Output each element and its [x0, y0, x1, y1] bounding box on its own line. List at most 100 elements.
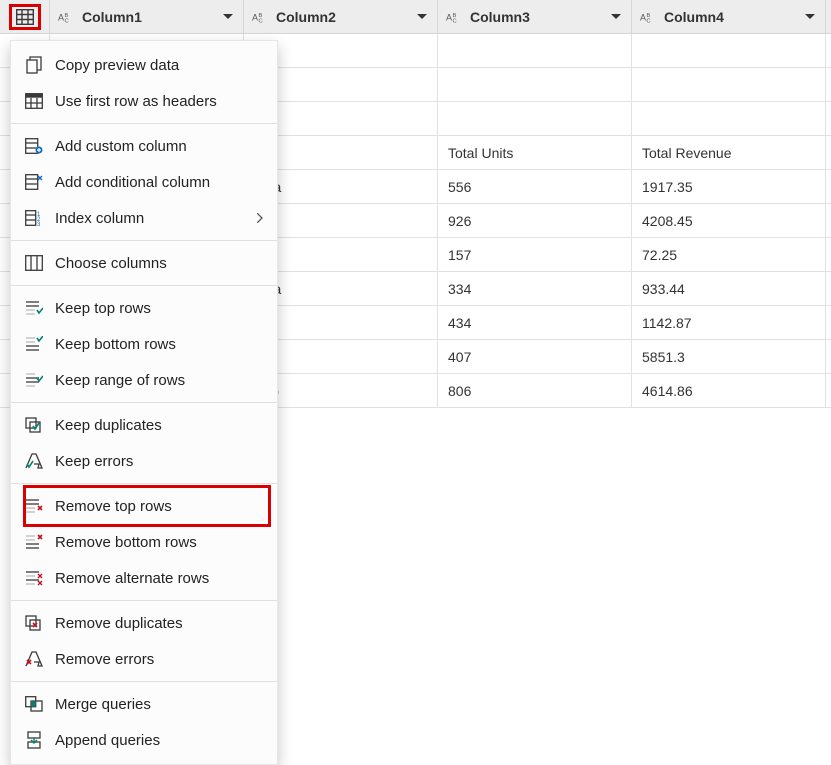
cell: 556	[438, 170, 632, 203]
menu-label: Remove top rows	[55, 498, 263, 515]
cell: 1917.35	[632, 170, 826, 203]
chevron-right-icon	[257, 213, 263, 223]
cell: Total Units	[438, 136, 632, 169]
copy-icon	[23, 56, 45, 74]
column-header-4[interactable]: ABC Column4	[632, 0, 826, 33]
cell: 407	[438, 340, 632, 373]
svg-text:C: C	[647, 18, 651, 23]
menu-label: Use first row as headers	[55, 93, 263, 110]
remove-alternate-icon	[23, 570, 45, 586]
keep-duplicates-icon	[23, 417, 45, 433]
text-type-icon: ABC	[446, 10, 464, 24]
menu-separator	[11, 600, 277, 601]
cell: 1142.87	[632, 306, 826, 339]
text-type-icon: ABC	[58, 10, 76, 24]
table-corner-button[interactable]	[0, 0, 50, 34]
cell: 933.44	[632, 272, 826, 305]
menu-label: Keep top rows	[55, 300, 263, 317]
svg-text:C: C	[259, 18, 263, 23]
cell: 5851.3	[632, 340, 826, 373]
menu-keep-errors[interactable]: Keep errors	[11, 443, 277, 479]
chevron-down-icon	[417, 14, 427, 20]
cell: 434	[438, 306, 632, 339]
svg-text:C: C	[453, 18, 457, 23]
conditional-column-icon	[23, 174, 45, 190]
menu-add-conditional-column[interactable]: Add conditional column	[11, 164, 277, 200]
column-filter-dropdown[interactable]	[219, 8, 237, 26]
menu-copy-preview[interactable]: Copy preview data	[11, 47, 277, 83]
column-label: Column3	[470, 9, 607, 25]
menu-label: Remove bottom rows	[55, 534, 263, 551]
svg-text:C: C	[65, 18, 69, 23]
menu-merge-queries[interactable]: Merge queries	[11, 686, 277, 722]
column-header-2[interactable]: ABC Column2	[244, 0, 438, 33]
menu-remove-errors[interactable]: Remove errors	[11, 641, 277, 677]
chevron-down-icon	[805, 14, 815, 20]
svg-text:A: A	[252, 12, 258, 22]
menu-remove-top-rows[interactable]: Remove top rows	[11, 488, 277, 524]
column-filter-dropdown[interactable]	[801, 8, 819, 26]
text-type-icon: ABC	[640, 10, 658, 24]
menu-separator	[11, 483, 277, 484]
remove-duplicates-icon	[23, 615, 45, 631]
cell: 4208.45	[632, 204, 826, 237]
menu-label: Choose columns	[55, 255, 263, 272]
column-filter-dropdown[interactable]	[607, 8, 625, 26]
column-label: Column4	[664, 9, 801, 25]
cell	[438, 102, 632, 135]
menu-add-custom-column[interactable]: Add custom column	[11, 128, 277, 164]
menu-separator	[11, 240, 277, 241]
menu-label: Keep bottom rows	[55, 336, 263, 353]
keep-errors-icon	[23, 453, 45, 469]
remove-errors-icon	[23, 651, 45, 667]
cell: 926	[438, 204, 632, 237]
cell	[438, 34, 632, 67]
cell	[632, 34, 826, 67]
svg-text:A: A	[640, 12, 646, 22]
append-icon	[23, 731, 45, 749]
menu-label: Keep duplicates	[55, 417, 263, 434]
table-icon	[16, 9, 34, 25]
table-header-icon	[23, 93, 45, 109]
menu-label: Merge queries	[55, 696, 263, 713]
column-header-3[interactable]: ABC Column3	[438, 0, 632, 33]
column-header-1[interactable]: ABC Column1	[50, 0, 244, 33]
menu-remove-duplicates[interactable]: Remove duplicates	[11, 605, 277, 641]
cell: 806	[438, 374, 632, 407]
remove-bottom-icon	[23, 534, 45, 550]
column-label: Column2	[276, 9, 413, 25]
menu-index-column[interactable]: 123 Index column	[11, 200, 277, 236]
menu-remove-alternate-rows[interactable]: Remove alternate rows	[11, 560, 277, 596]
menu-choose-columns[interactable]: Choose columns	[11, 245, 277, 281]
menu-keep-bottom-rows[interactable]: Keep bottom rows	[11, 326, 277, 362]
cell	[632, 68, 826, 101]
menu-label: Add custom column	[55, 138, 263, 155]
menu-first-row-headers[interactable]: Use first row as headers	[11, 83, 277, 119]
cell	[632, 102, 826, 135]
keep-range-icon	[23, 372, 45, 388]
custom-column-icon	[23, 138, 45, 154]
menu-label: Copy preview data	[55, 57, 263, 74]
menu-label: Remove duplicates	[55, 615, 263, 632]
cell: 157	[438, 238, 632, 271]
menu-label: Keep range of rows	[55, 372, 263, 389]
remove-top-icon	[23, 498, 45, 514]
menu-append-queries[interactable]: Append queries	[11, 722, 277, 758]
column-filter-dropdown[interactable]	[413, 8, 431, 26]
menu-keep-duplicates[interactable]: Keep duplicates	[11, 407, 277, 443]
svg-text:3: 3	[37, 222, 41, 226]
menu-keep-range-rows[interactable]: Keep range of rows	[11, 362, 277, 398]
cell: 72.25	[632, 238, 826, 271]
menu-label: Index column	[55, 210, 257, 227]
keep-bottom-icon	[23, 336, 45, 352]
menu-label: Remove alternate rows	[55, 570, 263, 587]
menu-separator	[11, 123, 277, 124]
cell: 334	[438, 272, 632, 305]
column-label: Column1	[82, 9, 219, 25]
menu-separator	[11, 285, 277, 286]
menu-keep-top-rows[interactable]: Keep top rows	[11, 290, 277, 326]
chevron-down-icon	[611, 14, 621, 20]
menu-separator	[11, 402, 277, 403]
menu-remove-bottom-rows[interactable]: Remove bottom rows	[11, 524, 277, 560]
choose-columns-icon	[23, 255, 45, 271]
